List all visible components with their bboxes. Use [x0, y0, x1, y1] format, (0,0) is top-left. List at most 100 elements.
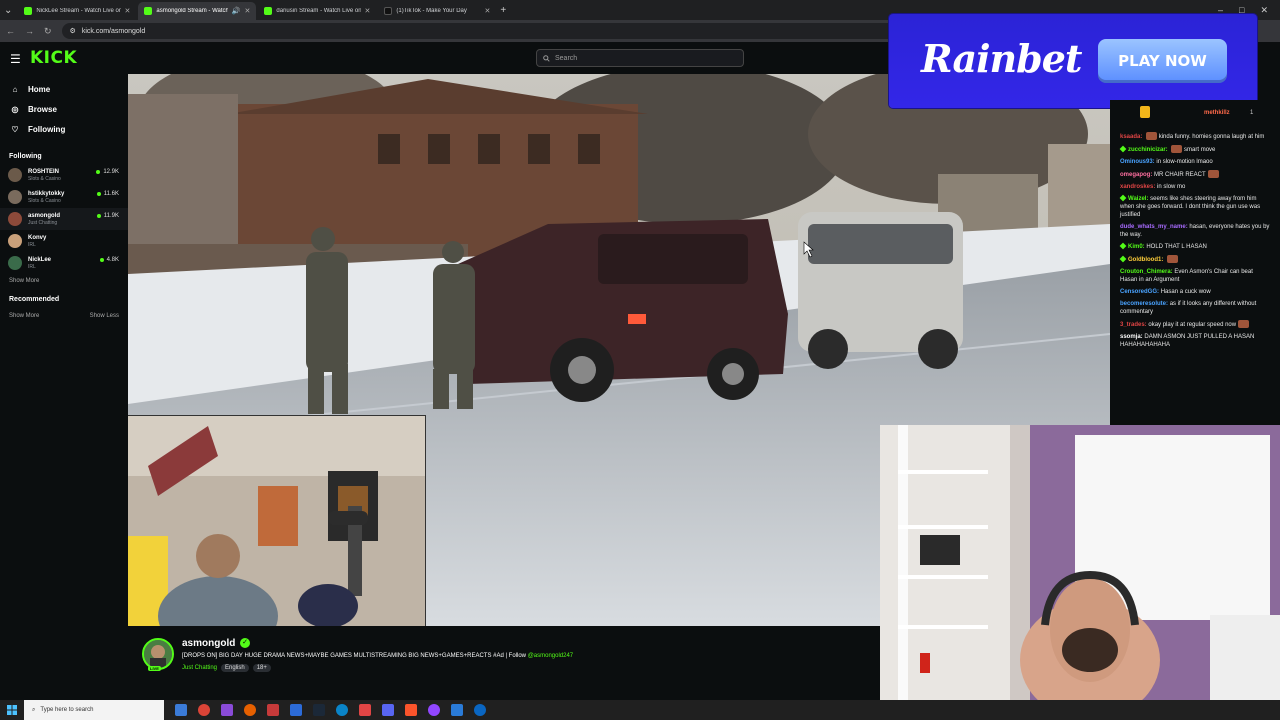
- emote-icon: [1167, 255, 1178, 263]
- sidebar-channel-konvy[interactable]: Konvy IRL: [0, 230, 128, 252]
- compass-icon: ◎: [11, 104, 19, 114]
- emote-icon: [1238, 320, 1250, 328]
- close-tab-icon[interactable]: ✕: [485, 7, 491, 15]
- sidebar-item-following[interactable]: ♡ Following: [0, 119, 128, 139]
- site-info-icon[interactable]: ⚙: [70, 27, 76, 35]
- following-channel-list: ROSHTEIN Slots & Casino 12.9K hstikkytokky S…: [0, 164, 128, 274]
- chat-text: MR CHAIR REACT: [1154, 172, 1206, 178]
- chat-username[interactable]: becomeresolute:: [1120, 301, 1168, 307]
- tag-mature[interactable]: 18+: [252, 664, 271, 672]
- chat-text: smart move: [1184, 147, 1216, 153]
- chat-username[interactable]: CensoredGG:: [1120, 289, 1159, 295]
- live-badge: LIVE: [148, 666, 161, 671]
- reload-icon[interactable]: ↻: [44, 26, 52, 37]
- chat-username[interactable]: Crouton_Chimera:: [1120, 269, 1173, 275]
- firefox-icon[interactable]: [244, 704, 256, 716]
- close-tab-icon[interactable]: ✕: [125, 7, 131, 15]
- chrome-icon[interactable]: [198, 704, 210, 716]
- viewer-count-text: 12.9K: [103, 169, 119, 175]
- kick-logo[interactable]: KICK: [30, 48, 77, 68]
- chat-username[interactable]: Goldblood1:: [1128, 257, 1163, 263]
- emote-icon: [1171, 145, 1183, 153]
- start-button[interactable]: [0, 700, 24, 720]
- sidebar: ⌂ Home ◎ Browse ♡ Following Following ROSHT…: [0, 74, 128, 700]
- viewer-count: 4.8K: [99, 257, 119, 263]
- forward-icon[interactable]: →: [25, 26, 34, 36]
- app-icon[interactable]: [474, 704, 486, 716]
- chat-message: xandroskes: in slow mo: [1110, 181, 1280, 193]
- chat-username[interactable]: 3_trades:: [1120, 322, 1147, 328]
- browser-tab-active[interactable]: asmongold Stream - Watch 🔊 ✕: [138, 2, 257, 20]
- rainbet-ad-banner[interactable]: Rainbet PLAY NOW: [889, 14, 1257, 108]
- chat-username[interactable]: dude_whats_my_name:: [1120, 224, 1188, 230]
- url-text: kick.com/asmongold: [81, 27, 146, 35]
- tab-search-icon[interactable]: ⌄: [0, 0, 16, 20]
- category-link[interactable]: Just Chatting: [182, 665, 217, 671]
- brave-icon[interactable]: [405, 704, 417, 716]
- chat-username[interactable]: Waizel:: [1128, 196, 1148, 202]
- app-icon[interactable]: [267, 704, 279, 716]
- pinned-count: 1: [1250, 110, 1254, 116]
- sidebar-channel-asmongold[interactable]: asmongold Just Chatting 11.9K: [0, 208, 128, 230]
- facecam-overlay: [128, 415, 426, 626]
- streamer-name[interactable]: asmongold: [182, 638, 235, 649]
- channel-category: Slots & Casino: [28, 197, 61, 204]
- chat-username[interactable]: Ominous93:: [1120, 159, 1155, 165]
- app-icon[interactable]: [359, 704, 371, 716]
- close-tab-icon[interactable]: ✕: [365, 7, 371, 15]
- show-less-link[interactable]: Show Less: [90, 313, 119, 319]
- sidebar-channel-hstikkytokky[interactable]: hstikkytokky Slots & Casino 11.6K: [0, 186, 128, 208]
- channel-avatar: [8, 256, 22, 270]
- chat-username[interactable]: Kim0:: [1128, 244, 1145, 250]
- menu-icon[interactable]: ☰: [10, 52, 21, 66]
- task-view-icon[interactable]: [175, 704, 187, 716]
- show-more-link[interactable]: Show More: [9, 278, 39, 284]
- chat-username[interactable]: ksaada:: [1120, 134, 1142, 140]
- tab-title: dariusiri Stream - Watch Live on: [276, 8, 361, 14]
- windows-taskbar: ⌕ Type here to search: [0, 700, 1280, 720]
- show-more-link[interactable]: Show More: [9, 313, 39, 319]
- browser-tab[interactable]: (1)TikTok - Make Your Day ✕: [378, 2, 496, 20]
- chat-username[interactable]: ssomja:: [1120, 334, 1143, 340]
- app-icon[interactable]: [451, 704, 463, 716]
- taskbar-search-input[interactable]: ⌕ Type here to search: [24, 700, 164, 720]
- steam-icon[interactable]: [313, 704, 325, 716]
- url-field[interactable]: ⚙ kick.com/asmongold: [61, 23, 942, 39]
- chat-username[interactable]: zucchinicizar:: [1128, 147, 1168, 153]
- close-window-icon[interactable]: ✕: [1260, 5, 1268, 16]
- sidebar-item-home[interactable]: ⌂ Home: [0, 79, 128, 99]
- speaker-icon[interactable]: 🔊: [232, 7, 241, 15]
- play-now-button[interactable]: PLAY NOW: [1098, 39, 1227, 83]
- live-dot-icon: [96, 170, 101, 174]
- channel-category: Just Chatting: [28, 219, 58, 226]
- chat-message: 3_trades: okay play it at regular speed …: [1110, 318, 1280, 331]
- kick-favicon-icon: [264, 7, 273, 15]
- app-icon[interactable]: [428, 704, 440, 716]
- edge-icon[interactable]: [336, 704, 348, 716]
- chat-message: becomeresolute: as if it looks any diffe…: [1110, 298, 1280, 318]
- browser-tab[interactable]: dariusiri Stream - Watch Live on ✕: [258, 2, 376, 20]
- app-icon[interactable]: [221, 704, 233, 716]
- channel-category: IRL: [28, 263, 36, 270]
- back-icon[interactable]: ←: [6, 26, 15, 36]
- viewer-count: 11.6K: [96, 191, 119, 197]
- close-tab-icon[interactable]: ✕: [245, 7, 251, 15]
- heart-icon: ♡: [11, 124, 19, 134]
- new-tab-button[interactable]: +: [496, 0, 510, 20]
- chat-username[interactable]: xandroskes:: [1120, 184, 1155, 190]
- sidebar-channel-nicklee[interactable]: NickLee IRL 4.8K: [0, 252, 128, 274]
- sidebar-channel-roshtein[interactable]: ROSHTEIN Slots & Casino 12.9K: [0, 164, 128, 186]
- search-input[interactable]: Search: [536, 49, 744, 67]
- ad-brand-logo: Rainbet: [921, 36, 1082, 81]
- app-icon[interactable]: [290, 704, 302, 716]
- following-heading: Following: [9, 153, 42, 160]
- tag-language[interactable]: English: [221, 664, 249, 672]
- browser-tab[interactable]: NickLee Stream - Watch Live on ✕: [18, 2, 136, 20]
- discord-icon[interactable]: [382, 704, 394, 716]
- chat-username[interactable]: omegapog:: [1120, 172, 1152, 178]
- nav-label: Browse: [28, 104, 57, 114]
- sidebar-item-browse[interactable]: ◎ Browse: [0, 99, 128, 119]
- chat-text: kinda funny. homies gonna laugh at him: [1158, 134, 1265, 140]
- chat-message: ksaada: kinda funny. homies gonna laugh …: [1110, 130, 1280, 143]
- follow-handle-link[interactable]: @asmongold247: [528, 653, 573, 659]
